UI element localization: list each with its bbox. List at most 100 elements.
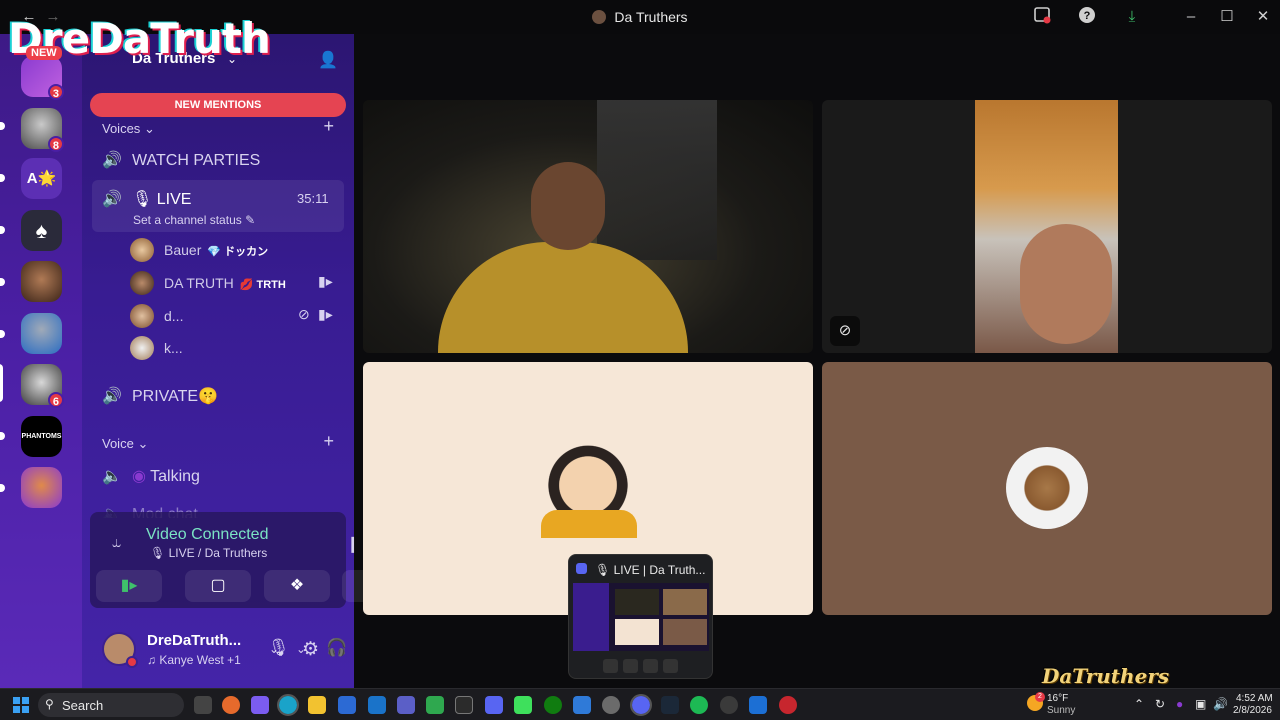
unread-pip [0,484,5,492]
discord-taskbar-icon[interactable] [630,694,652,716]
activities-button[interactable]: ❖ [264,570,330,602]
unread-badge: 6 [47,392,64,408]
app-icon[interactable] [749,696,767,714]
category-voice[interactable]: Voice ⌄ [102,436,148,452]
close-icon[interactable]: ✕ [1252,6,1274,28]
clock-date[interactable]: 2/8/2026 [1233,705,1272,716]
microphone-icon: 🎙 [595,563,611,577]
unread-pip [0,330,5,338]
server-icon [592,10,607,24]
unread-badge: 8 [47,136,64,152]
channel-sidebar: Da Truthers ⌄ 👤 NEW MENTIONS Voices ⌄ + … [82,34,408,688]
obs-icon[interactable] [720,696,738,714]
help-icon[interactable]: ? [1076,6,1098,28]
weather-badge: 2 [1035,692,1045,702]
speech-icon: ◉ [132,468,146,485]
server-icon-da-truthers[interactable]: 6 [21,364,64,408]
speaker-icon: 🔊 [102,191,122,208]
signal-icon[interactable]: ⥿ [112,534,121,552]
video-camera-icon: ▮▸ [318,273,333,289]
add-member-icon[interactable]: 👤 [318,50,338,70]
store-icon[interactable] [338,696,356,714]
taskbar-search[interactable]: ⚲ Search [38,693,184,717]
gear-icon[interactable]: ⚙ [302,638,319,661]
server-icon-3[interactable]: A🌟 [21,158,62,199]
file-explorer-icon[interactable] [308,696,326,714]
avatar [130,238,154,262]
minimize-icon[interactable]: – [1180,6,1202,28]
new-mentions-banner[interactable]: NEW MENTIONS [90,93,346,117]
chevron-down-icon[interactable]: ⌄ [269,642,279,656]
channel-live-label: 🔊 🎙 LIVE [102,189,191,209]
chevron-up-icon[interactable]: ⌃ [1134,697,1144,711]
volume-icon[interactable]: 🔊 [1213,697,1228,711]
speaker-icon: 🔊 [102,152,122,169]
sheets-icon[interactable] [426,696,444,714]
steam-icon[interactable] [661,696,679,714]
video-camera-icon: ▮▸ [318,306,333,322]
weather-desc: Sunny [1047,705,1076,716]
editor-icon[interactable] [514,696,532,714]
copilot-icon[interactable] [251,696,269,714]
connection-channel[interactable]: 🎙 LIVE / Da Truthers [150,546,267,560]
outlook-icon[interactable] [368,696,386,714]
camera-thumb-icon[interactable] [603,659,618,673]
headphones-thumb-icon[interactable] [643,659,658,673]
video-tile-dre[interactable] [363,100,813,353]
unread-pip [0,174,5,182]
add-channel-icon[interactable]: + [323,431,334,452]
server-icon-2[interactable]: 8 [21,108,64,152]
server-icon-4[interactable]: ♠ [21,210,62,251]
unread-pip [0,432,5,440]
add-channel-icon[interactable]: + [323,116,334,137]
spotify-icon[interactable] [690,696,708,714]
category-voices[interactable]: Voices ⌄ [102,121,155,137]
edge-icon[interactable] [277,694,299,716]
sync-icon[interactable]: ↻ [1155,697,1165,711]
avatar [130,336,154,360]
download-icon[interactable]: ⤓ [1121,6,1143,28]
popup-title-text: LIVE | Da Truth... [613,563,706,577]
mic-thumb-icon[interactable] [623,659,638,673]
video-tile-da-truth[interactable]: ⊘ [822,100,1272,353]
muted-mic-icon: ⊘ [298,306,310,322]
camera-button[interactable]: ▮▸ [96,570,162,602]
channel-talking[interactable]: 🔈 ◉ Talking [102,466,200,486]
channel-status-prompt[interactable]: Set a channel status ✎ [133,213,255,227]
windows-start-icon[interactable] [13,697,29,713]
server-icon-9[interactable] [21,467,62,508]
disconnect-thumb-icon[interactable] [663,659,678,673]
windows-taskbar: ⚲ Search 2 16°F Sunny ⌃ ↻ ● ▣ 🔊 4:52 AM … [0,688,1280,720]
maximize-icon[interactable]: ☐ [1216,6,1238,28]
xbox-icon[interactable] [544,696,562,714]
avatar [130,304,154,328]
firefox-icon[interactable] [222,696,240,714]
svg-text:?: ? [1084,10,1091,22]
server-icon-6[interactable] [21,313,62,354]
inbox-icon[interactable] [1031,6,1053,28]
window-thumbnail [573,583,709,651]
channel-watch-parties[interactable]: 🔊 WATCH PARTIES [102,150,260,170]
task-view-icon[interactable] [194,696,212,714]
settings-icon[interactable] [602,696,620,714]
notes-icon[interactable] [485,696,503,714]
mic-tray-icon[interactable]: ● [1176,697,1183,711]
terminal-icon[interactable] [455,696,473,714]
activity-text: Kanye West +1 [159,653,241,667]
headphones-icon[interactable]: 🎧 [326,638,347,658]
channel-label: Talking [150,468,200,485]
screen-share-button[interactable]: ▢ [185,570,251,602]
taskbar-preview-popup[interactable]: 🎙 LIVE | Da Truth... [568,554,713,679]
teams-icon[interactable] [397,696,415,714]
username[interactable]: DreDaTruth... [147,632,241,649]
network-icon[interactable]: ▣ [1195,697,1206,711]
photos-icon[interactable] [573,696,591,714]
clock-time[interactable]: 4:52 AM [1236,693,1273,704]
user-activity: ♫ Kanye West +1 [147,653,241,667]
server-icon-5[interactable] [21,261,62,302]
browser-icon[interactable] [779,696,797,714]
channel-private[interactable]: 🔊 PRIVATE🤫 [102,386,218,406]
video-tile-k[interactable] [822,362,1272,615]
channel-label: LIVE [156,191,192,208]
server-icon-phantoms[interactable]: PHANTOMS [21,416,62,457]
